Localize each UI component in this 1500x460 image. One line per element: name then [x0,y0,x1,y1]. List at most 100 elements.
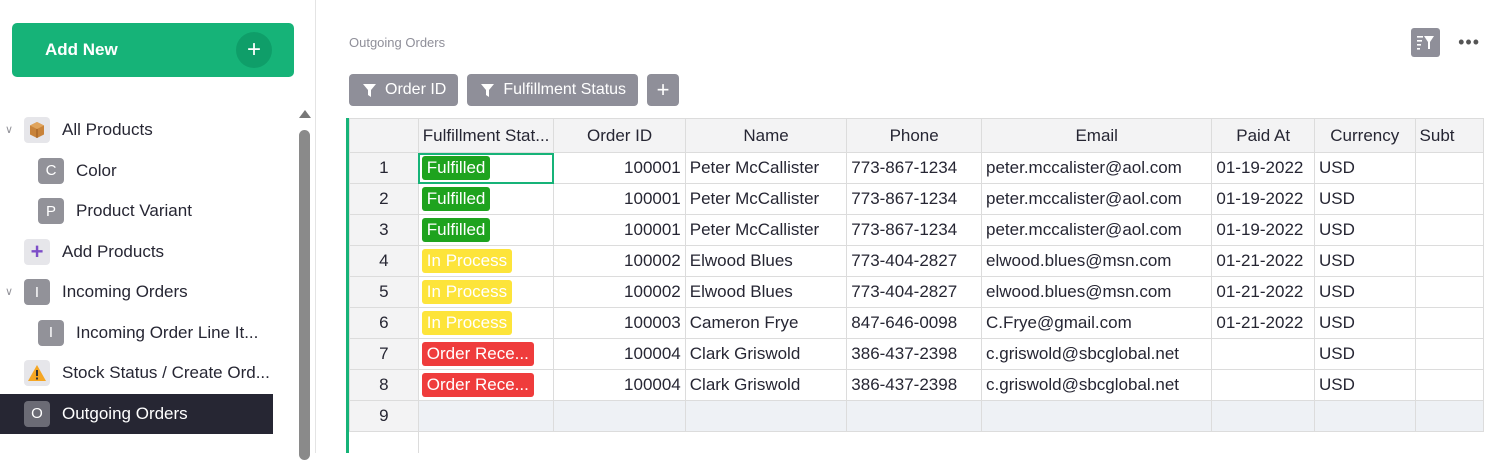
add-row[interactable]: 9 [349,400,1484,432]
column-header-email[interactable]: Email [981,118,1213,153]
table-row[interactable]: 8 Order Rece... 100004 Clark Griswold 386-43… [349,369,1484,401]
sidebar-scrollbar[interactable] [298,110,312,460]
cell-order-id[interactable]: 100004 [553,338,686,370]
tree-item-product-variant[interactable]: P Product Variant [0,191,290,232]
cell-email[interactable]: c.griswold@sbcglobal.net [981,338,1213,370]
cell-subtotal[interactable] [1414,307,1484,339]
cell-phone[interactable]: 386-437-2398 [846,338,983,370]
add-filter-button[interactable]: + [647,74,680,106]
filter-order-id[interactable]: Order ID [349,74,459,106]
empty-cell[interactable] [1313,400,1416,432]
column-header-phone[interactable]: Phone [846,118,983,153]
cell-currency[interactable]: USD [1313,369,1416,401]
table-row[interactable]: 2 Fulfilled 100001 Peter McCallister 773-867… [349,183,1484,215]
table-row[interactable]: 7 Order Rece... 100004 Clark Griswold 386-43… [349,338,1484,370]
cell-paid-at[interactable] [1211,369,1315,401]
empty-cell[interactable] [417,400,555,432]
empty-cell[interactable] [684,400,848,432]
tree-item-all-products[interactable]: ∨ All Products [0,110,290,151]
cell-subtotal[interactable] [1414,369,1484,401]
cell-paid-at[interactable]: 01-21-2022 [1211,276,1315,308]
scroll-up-arrow-icon[interactable] [299,110,311,118]
table-row[interactable]: 6 In Process 100003 Cameron Frye 847-646-009… [349,307,1484,339]
tree-item-add-products[interactable]: + Add Products [0,232,290,273]
cell-subtotal[interactable] [1414,183,1484,215]
cell-paid-at[interactable]: 01-21-2022 [1211,307,1315,339]
cell-name[interactable]: Peter McCallister [684,183,848,215]
cell-subtotal[interactable] [1414,214,1484,246]
cell-currency[interactable]: USD [1313,152,1416,184]
cell-paid-at[interactable]: 01-21-2022 [1211,245,1315,277]
cell-currency[interactable]: USD [1313,307,1416,339]
cell-phone[interactable]: 386-437-2398 [846,369,983,401]
column-header-order-id[interactable]: Order ID [553,118,686,153]
chevron-down-icon[interactable]: ∨ [2,284,16,298]
cell-name[interactable]: Clark Griswold [684,369,848,401]
cell-currency[interactable]: USD [1313,214,1416,246]
cell-order-id[interactable]: 100004 [553,369,686,401]
cell-fulfillment-status[interactable]: Order Rece... [417,369,555,401]
add-new-button[interactable]: Add New + [12,23,294,77]
empty-cell[interactable] [1211,400,1315,432]
tree-item-color[interactable]: C Color [0,151,290,192]
cell-paid-at[interactable] [1211,338,1315,370]
cell-email[interactable]: C.Frye@gmail.com [981,307,1213,339]
empty-cell[interactable] [981,400,1213,432]
cell-name[interactable]: Peter McCallister [684,152,848,184]
cell-currency[interactable]: USD [1313,276,1416,308]
cell-phone[interactable]: 773-404-2827 [846,276,983,308]
cell-email[interactable]: c.griswold@sbcglobal.net [981,369,1213,401]
tree-item-stock-status[interactable]: Stock Status / Create Ord... [0,353,290,394]
cell-email[interactable]: peter.mccalister@aol.com [981,214,1213,246]
cell-subtotal[interactable] [1414,245,1484,277]
tree-item-outgoing-orders[interactable]: O Outgoing Orders [0,393,273,434]
table-row[interactable]: 5 In Process 100002 Elwood Blues 773-404-282… [349,276,1484,308]
cell-subtotal[interactable] [1414,338,1484,370]
cell-fulfillment-status[interactable]: In Process [417,245,555,277]
cell-email[interactable]: peter.mccalister@aol.com [981,183,1213,215]
cell-currency[interactable]: USD [1313,245,1416,277]
chevron-down-icon[interactable]: ∨ [2,122,16,136]
cell-paid-at[interactable]: 01-19-2022 [1211,214,1315,246]
cell-name[interactable]: Clark Griswold [684,338,848,370]
cell-fulfillment-status[interactable]: Fulfilled [417,183,555,215]
column-header-subtotal[interactable]: Subt [1414,118,1484,153]
empty-cell[interactable] [553,400,686,432]
cell-fulfillment-status[interactable]: Order Rece... [417,338,555,370]
column-header-name[interactable]: Name [684,118,848,153]
cell-email[interactable]: elwood.blues@msn.com [981,245,1213,277]
cell-fulfillment-status[interactable]: Fulfilled [417,152,555,184]
tree-item-incoming-order-line-items[interactable]: I Incoming Order Line It... [0,313,290,354]
cell-subtotal[interactable] [1414,152,1484,184]
empty-cell[interactable] [1414,400,1484,432]
cell-fulfillment-status[interactable]: In Process [417,307,555,339]
cell-order-id[interactable]: 100001 [553,214,686,246]
cell-order-id[interactable]: 100002 [553,276,686,308]
scrollbar-thumb[interactable] [299,130,310,460]
cell-paid-at[interactable]: 01-19-2022 [1211,183,1315,215]
filter-fulfillment-status[interactable]: Fulfillment Status [467,74,639,106]
cell-order-id[interactable]: 100002 [553,245,686,277]
column-header-paid-at[interactable]: Paid At [1211,118,1315,153]
cell-currency[interactable]: USD [1313,338,1416,370]
cell-email[interactable]: peter.mccalister@aol.com [981,152,1213,184]
cell-phone[interactable]: 773-867-1234 [846,183,983,215]
column-header-fulfillment-status[interactable]: Fulfillment Stat... [417,118,555,153]
cell-name[interactable]: Elwood Blues [684,276,848,308]
cell-email[interactable]: elwood.blues@msn.com [981,276,1213,308]
cell-fulfillment-status[interactable]: In Process [417,276,555,308]
table-row[interactable]: 1 Fulfilled 100001 Peter McCallister 773-867… [349,152,1484,184]
more-options-icon[interactable]: ••• [1458,32,1480,53]
cell-name[interactable]: Cameron Frye [684,307,848,339]
empty-cell[interactable] [846,400,983,432]
cell-fulfillment-status[interactable]: Fulfilled [417,214,555,246]
sort-filter-icon[interactable] [1411,28,1441,57]
cell-phone[interactable]: 773-867-1234 [846,214,983,246]
cell-order-id[interactable]: 100003 [553,307,686,339]
cell-phone[interactable]: 773-404-2827 [846,245,983,277]
cell-phone[interactable]: 847-646-0098 [846,307,983,339]
tree-item-incoming-orders[interactable]: ∨ I Incoming Orders [0,272,290,313]
cell-order-id[interactable]: 100001 [553,183,686,215]
table-row[interactable]: 3 Fulfilled 100001 Peter McCallister 773-867… [349,214,1484,246]
table-row[interactable]: 4 In Process 100002 Elwood Blues 773-404-282… [349,245,1484,277]
